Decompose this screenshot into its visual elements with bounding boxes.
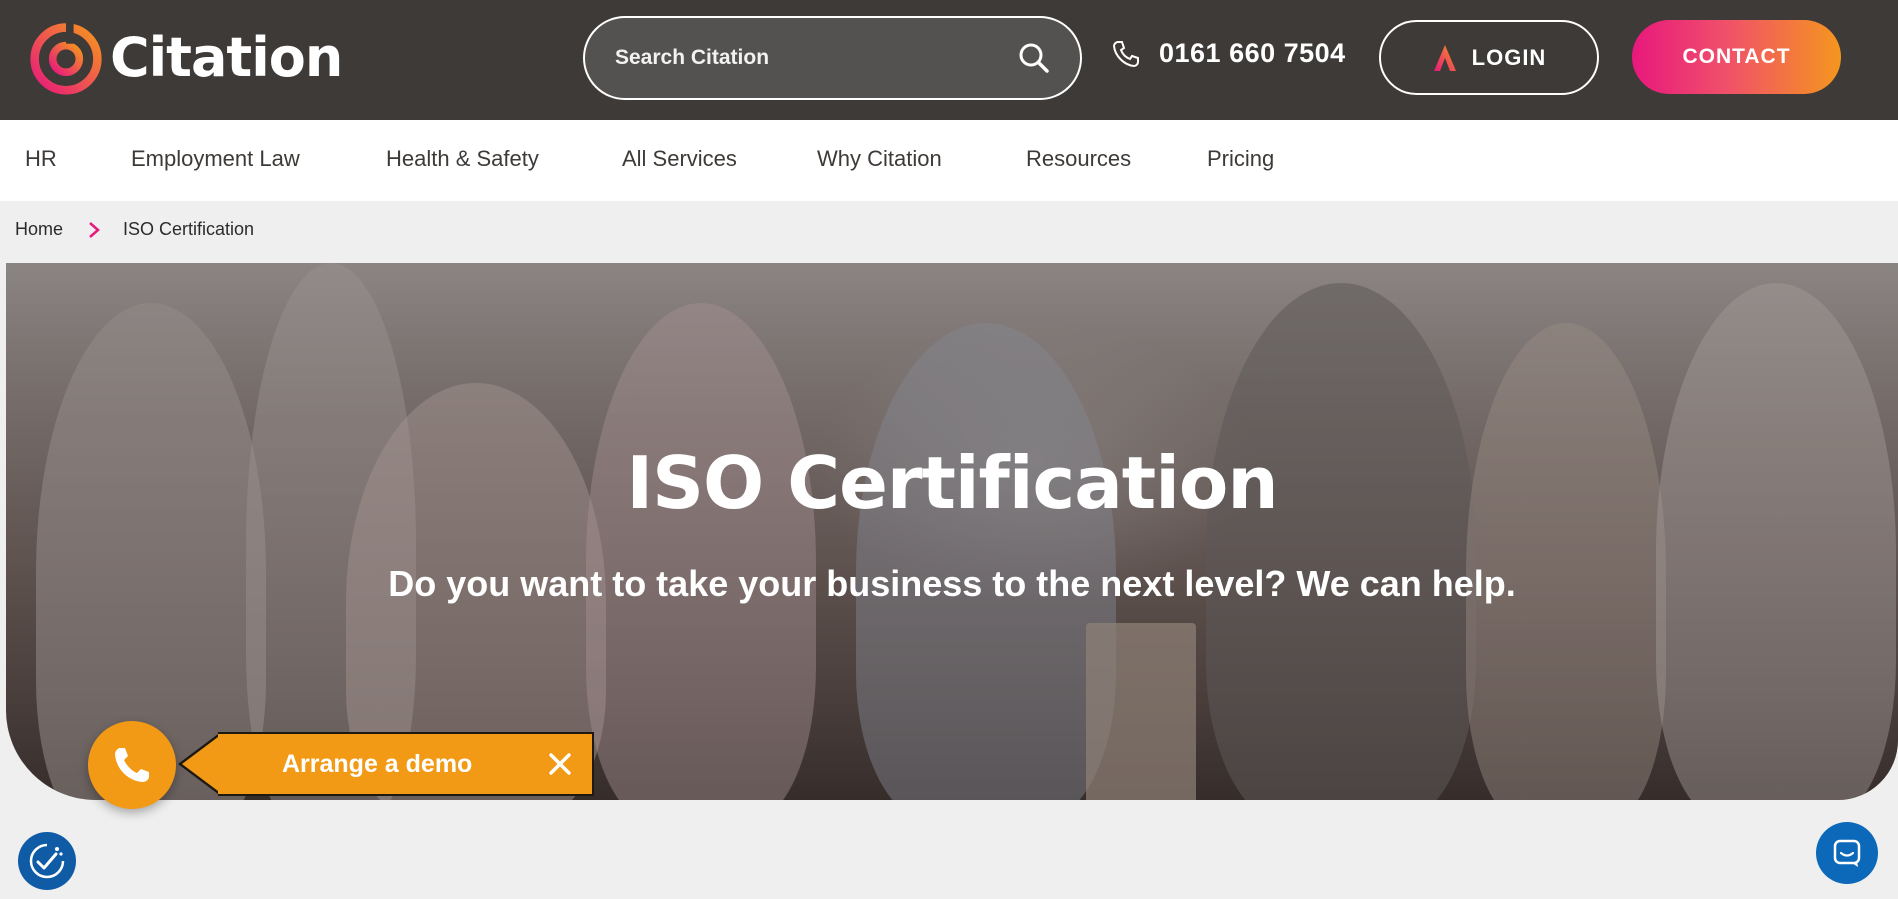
phone-icon [1112, 40, 1139, 67]
chat-button[interactable] [1816, 822, 1878, 884]
breadcrumb: Home ISO Certification [15, 219, 254, 240]
nav-item-health-safety[interactable]: Health & Safety [386, 146, 539, 172]
accessibility-icon [29, 843, 65, 879]
arrange-demo-label: Arrange a demo [282, 749, 473, 778]
contact-button[interactable]: CONTACT [1632, 20, 1841, 94]
hero-title: ISO Certification [626, 441, 1278, 525]
nav-item-resources[interactable]: Resources [1026, 146, 1131, 172]
search-icon[interactable] [1018, 42, 1050, 74]
login-button[interactable]: LOGIN [1379, 20, 1599, 95]
hero-banner: ISO Certification Do you want to take yo… [6, 263, 1898, 800]
brand-name: Citation [110, 25, 343, 89]
demo-callout-arrow-fill [182, 737, 218, 791]
breadcrumb-current: ISO Certification [123, 219, 255, 239]
main-nav: HR Employment Law Health & Safety All Se… [0, 120, 1898, 201]
top-bar: Citation 0161 660 7504 LOGIN CONTACT [0, 0, 1898, 120]
chevron-right-icon [89, 221, 100, 238]
phone-icon [115, 748, 149, 782]
nav-item-all-services[interactable]: All Services [622, 146, 737, 172]
nav-item-hr[interactable]: HR [25, 146, 57, 172]
close-icon[interactable] [546, 750, 574, 778]
demo-phone-button[interactable] [88, 721, 176, 809]
search-input[interactable] [615, 46, 1018, 70]
search-box[interactable] [583, 16, 1082, 100]
hero-subtitle: Do you want to take your business to the… [388, 563, 1516, 604]
login-logo-icon [1433, 44, 1456, 71]
contact-label: CONTACT [1682, 45, 1791, 68]
arrange-demo-button[interactable]: Arrange a demo [218, 732, 594, 796]
breadcrumb-home[interactable]: Home [15, 219, 63, 240]
nav-item-why-citation[interactable]: Why Citation [817, 146, 942, 172]
hero-overlay [6, 263, 1898, 800]
accessibility-button[interactable] [18, 832, 76, 890]
chat-icon [1833, 839, 1861, 867]
login-label: LOGIN [1471, 44, 1547, 70]
nav-item-pricing[interactable]: Pricing [1207, 146, 1274, 172]
header-phone[interactable]: 0161 660 7504 [1111, 38, 1346, 69]
phone-number[interactable]: 0161 660 7504 [1159, 38, 1346, 69]
nav-item-employment-law[interactable]: Employment Law [131, 146, 300, 172]
citation-logo-icon [30, 22, 102, 95]
brand-logo[interactable]: Citation [28, 18, 343, 96]
